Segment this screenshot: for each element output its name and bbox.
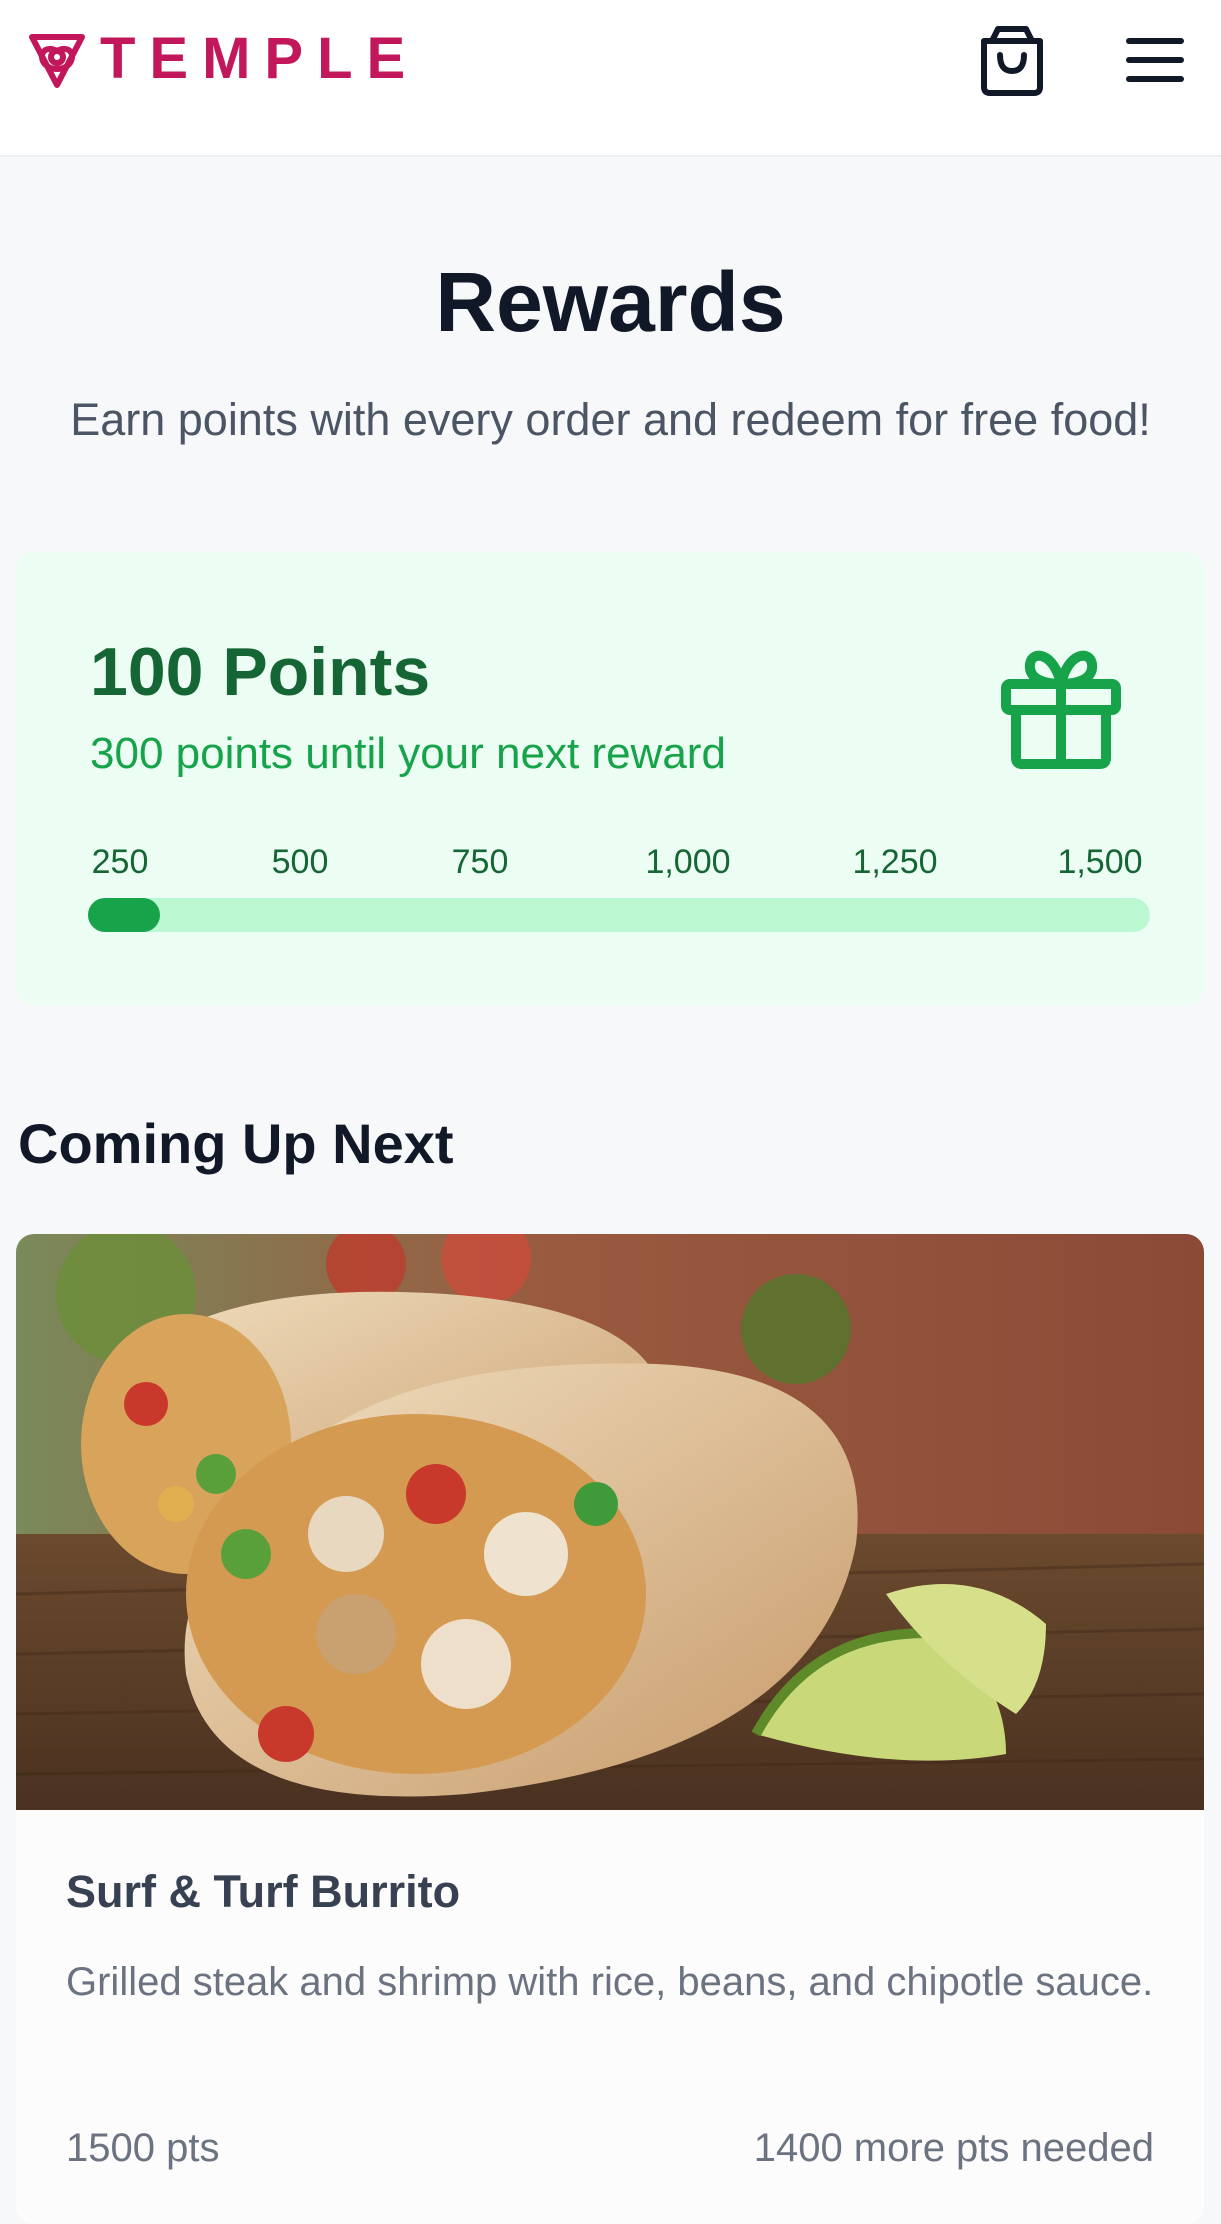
page-title: Rewards bbox=[435, 255, 786, 349]
points-card: 100 Points 300 points until your next re… bbox=[16, 552, 1204, 1005]
progress-scale: 250 500 750 1,000 1,250 1,500 bbox=[90, 839, 1150, 885]
progress-tick-label: 1,250 bbox=[852, 843, 938, 881]
points-progress-bar bbox=[88, 898, 1150, 932]
brand-name: TEMPLE bbox=[100, 26, 420, 91]
points-progress-fill bbox=[88, 898, 161, 932]
cart-button[interactable] bbox=[978, 25, 1046, 97]
brand-logo[interactable]: TEMPLE bbox=[26, 26, 419, 92]
reward-item-card[interactable]: Surf & Turf Burrito Grilled steak and sh… bbox=[16, 1234, 1204, 2224]
gift-icon bbox=[1001, 650, 1121, 769]
points-balance: 100 Points bbox=[90, 634, 431, 710]
points-until-next-reward: 300 points until your next reward bbox=[90, 729, 726, 778]
top-header: TEMPLE bbox=[0, 0, 1221, 157]
progress-tick-label: 500 bbox=[271, 843, 329, 881]
reward-item-cost: 1500 pts bbox=[66, 2126, 220, 2170]
progress-tick-label: 250 bbox=[91, 843, 149, 881]
menu-button[interactable] bbox=[1124, 34, 1186, 86]
burrito-photo bbox=[16, 1234, 1204, 1810]
coming-up-next-heading: Coming Up Next bbox=[18, 1112, 454, 1175]
hamburger-menu-icon bbox=[1126, 38, 1184, 82]
progress-tick-label: 750 bbox=[451, 843, 509, 881]
progress-tick-label: 1,000 bbox=[645, 843, 731, 881]
page-subtitle: Earn points with every order and redeem … bbox=[70, 394, 1151, 445]
progress-tick-label: 1,500 bbox=[1057, 843, 1143, 881]
reward-points-needed: 1400 more pts needed bbox=[753, 2126, 1154, 2170]
reward-item-name: Surf & Turf Burrito bbox=[66, 1866, 461, 1917]
logo-knot-icon bbox=[29, 34, 85, 88]
shopping-bag-icon bbox=[981, 26, 1043, 96]
reward-item-description: Grilled steak and shrimp with rice, bean… bbox=[66, 1960, 1154, 2004]
